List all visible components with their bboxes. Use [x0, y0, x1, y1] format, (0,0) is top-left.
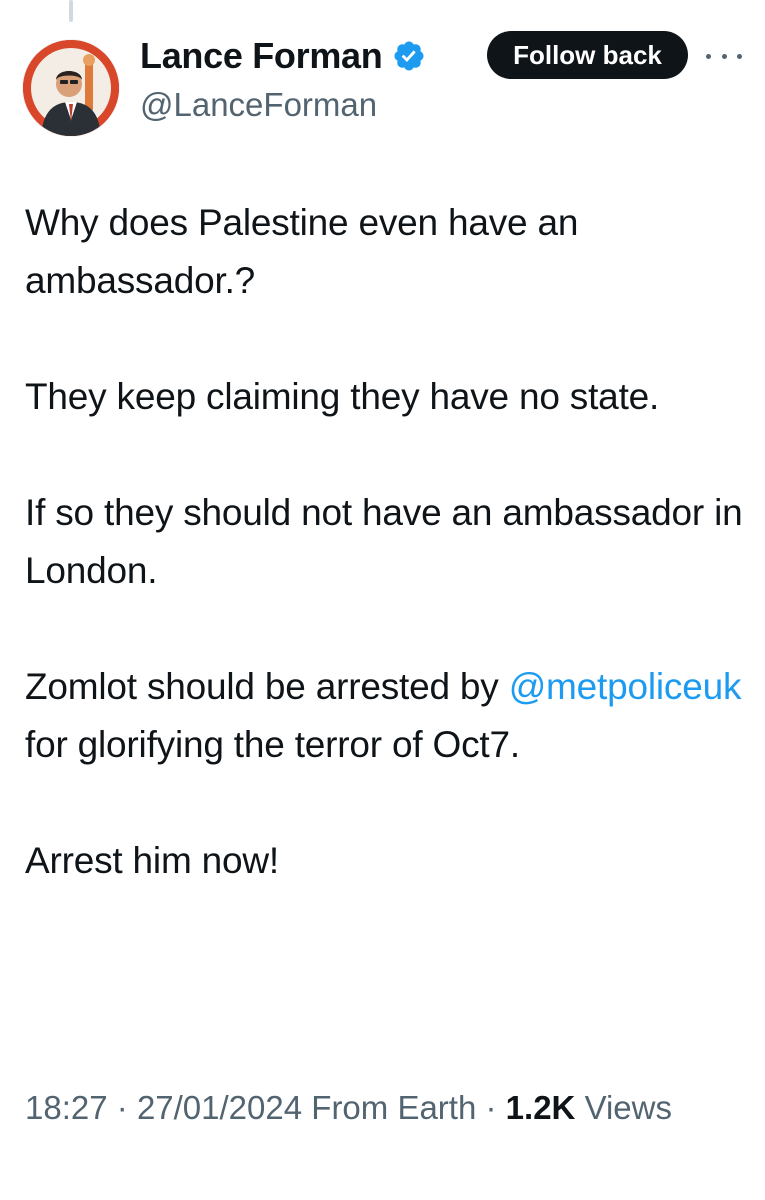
avatar-photo [23, 40, 119, 136]
thread-connector-line [69, 0, 73, 22]
meta-separator: · [116, 1089, 128, 1126]
tweet-paragraph-with-mention: Zomlot should be arrested by @metpoliceu… [25, 658, 745, 774]
tweet-date[interactable]: 27/01/2024 [137, 1089, 302, 1126]
author-name-row: Lance Forman [140, 34, 426, 78]
tweet-source: From Earth [311, 1089, 477, 1126]
views-count: 1.2K [505, 1089, 576, 1126]
tweet-paragraph: Why does Palestine even have an ambassad… [25, 202, 579, 301]
verified-badge-icon [392, 39, 426, 73]
author-handle[interactable]: @LanceForman [140, 84, 377, 126]
avatar[interactable] [23, 40, 119, 136]
tweet-paragraph: If so they should not have an ambassador… [25, 492, 743, 591]
tweet-time[interactable]: 18:27 [25, 1089, 108, 1126]
more-dot [721, 53, 727, 59]
tweet-metadata: 18:27 · 27/01/2024 From Earth · 1.2K Vie… [25, 1082, 745, 1134]
more-dot [706, 53, 711, 59]
follow-back-button[interactable]: Follow back [487, 31, 688, 79]
tweet-text-segment: Zomlot should be arrested by [25, 666, 499, 707]
author-display-name[interactable]: Lance Forman [140, 34, 383, 78]
tweet-text: Why does Palestine even have an ambassad… [25, 194, 745, 890]
tweet-text-segment: for glorifying the terror of Oct7. [25, 724, 520, 765]
mention-link-metpoliceuk[interactable]: @metpoliceuk [509, 666, 742, 707]
tweet-paragraph: They keep claiming they have no state. [25, 376, 660, 417]
meta-separator: · [485, 1089, 497, 1126]
more-dot [737, 53, 742, 59]
more-horizontal-icon[interactable] [706, 48, 742, 64]
tweet-paragraph: Arrest him now! [25, 840, 280, 881]
views-label: Views [584, 1089, 672, 1126]
